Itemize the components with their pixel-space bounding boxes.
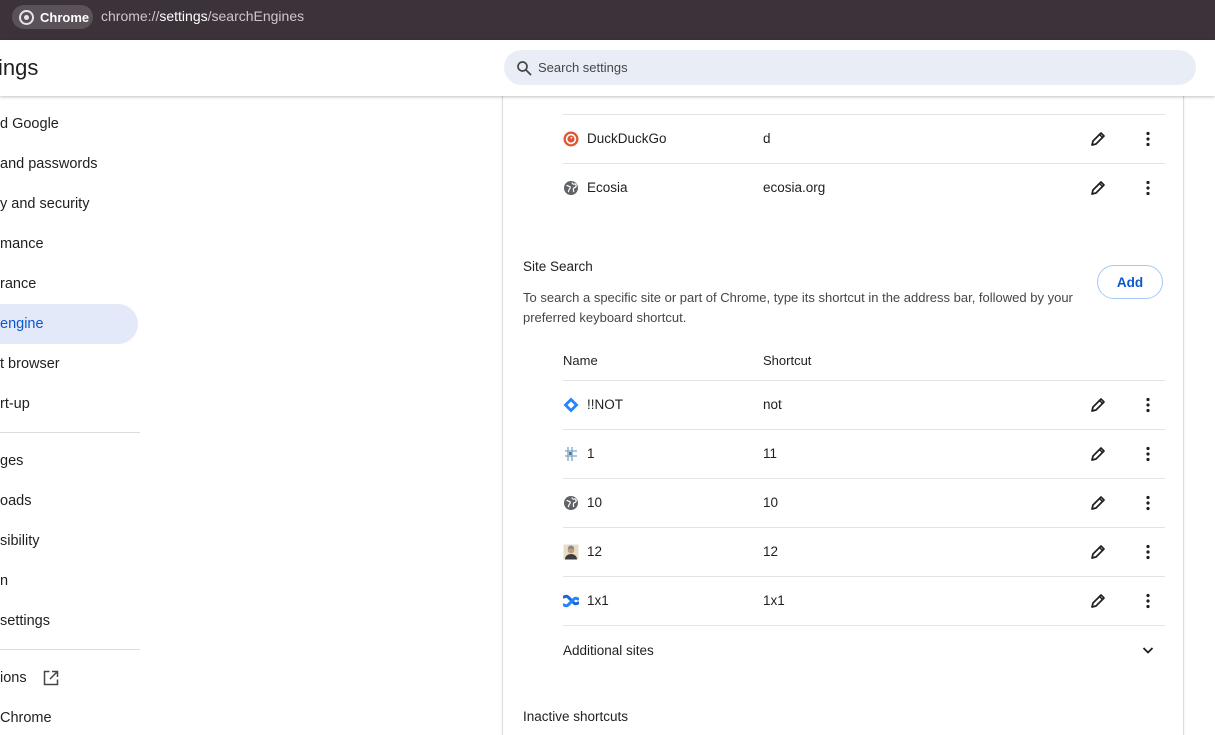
engine-shortcut: ecosia.org — [763, 180, 826, 195]
sidebar-item-reset-settings[interactable]: settings — [0, 601, 138, 641]
search-icon — [517, 60, 532, 75]
site-search-row: 1x1 1x1 — [563, 577, 1165, 626]
site-name: 12 — [587, 544, 603, 559]
sidebar-item-privacy[interactable]: y and security — [0, 184, 138, 224]
settings-header: ings — [0, 40, 1215, 96]
sidebar-item-downloads[interactable]: oads — [0, 481, 138, 521]
site-search-description: To search a specific site or part of Chr… — [523, 290, 1073, 325]
site-shortcut: 1x1 — [763, 593, 785, 608]
globe-icon — [564, 496, 578, 510]
sidebar-item-extensions[interactable]: ions — [0, 658, 138, 698]
site-shortcut: 12 — [763, 544, 779, 559]
site-shortcut: 10 — [763, 495, 779, 510]
jira-diamond-icon — [563, 397, 579, 413]
site-shortcut: 11 — [763, 446, 778, 461]
edit-pencil-icon[interactable] — [1089, 130, 1107, 148]
engine-shortcut: d — [763, 131, 771, 146]
sidebar-item-appearance[interactable]: rance — [0, 264, 138, 304]
duckduckgo-icon — [563, 131, 579, 147]
sidebar-divider — [0, 649, 140, 650]
sidebar-item-label: t browser — [0, 356, 60, 372]
sidebar-item-you-and-google[interactable]: d Google — [0, 104, 138, 144]
open-external-icon — [43, 670, 58, 686]
more-vert-icon[interactable] — [1139, 130, 1157, 148]
sidebar-item-label: ges — [0, 453, 24, 469]
edit-pencil-icon[interactable] — [1089, 396, 1107, 414]
sidebar-item-accessibility[interactable]: sibility — [0, 521, 138, 561]
sidebar-item-label: mance — [0, 236, 44, 252]
site-name: 1 — [587, 446, 595, 461]
sidebar-item-default-browser[interactable]: t browser — [0, 344, 138, 384]
search-engines-card: DuckDuckGo d Ecosia ecosia.org Site Sear… — [502, 96, 1184, 735]
sidebar-item-label: n — [0, 573, 9, 589]
more-vert-icon[interactable] — [1139, 396, 1157, 414]
inactive-shortcuts-title: Inactive shortcuts — [523, 709, 629, 724]
sidebar-item-performance[interactable]: mance — [0, 224, 138, 264]
url-host: settings — [159, 8, 208, 24]
sidebar-item-label: and passwords — [0, 156, 98, 172]
sidebar-item-label: settings — [0, 613, 50, 629]
site-name: 10 — [587, 495, 603, 510]
more-vert-icon[interactable] — [1139, 494, 1157, 512]
person-favicon-icon — [563, 544, 579, 560]
edit-pencil-icon[interactable] — [1089, 494, 1107, 512]
confluence-icon — [563, 594, 579, 608]
additional-sites-label: Additional sites — [563, 643, 654, 658]
engine-name: Ecosia — [587, 180, 628, 195]
column-header-shortcut: Shortcut — [763, 353, 812, 368]
sidebar-item-label: Chrome — [0, 710, 52, 726]
site-shortcut: not — [763, 397, 782, 412]
sidebar-item-label: sibility — [0, 533, 40, 549]
sidebar-item-label: d Google — [0, 116, 59, 132]
chrome-icon — [19, 9, 34, 25]
edit-pencil-icon[interactable] — [1089, 543, 1107, 561]
site-search-row: 12 12 — [563, 528, 1165, 577]
address-bar[interactable]: chrome://settings/searchEngines — [101, 8, 304, 24]
sidebar-item-label: oads — [0, 493, 32, 509]
site-search-row: 10 10 — [563, 479, 1165, 528]
add-site-search-button[interactable]: Add — [1097, 265, 1163, 299]
sidebar-item-label: ions — [0, 670, 27, 686]
page-title: ings — [0, 55, 39, 80]
more-vert-icon[interactable] — [1139, 543, 1157, 561]
search-input[interactable] — [538, 60, 1138, 75]
edit-pencil-icon[interactable] — [1089, 592, 1107, 610]
grid-favicon-icon — [565, 447, 577, 461]
sidebar-item-on-startup[interactable]: rt-up — [0, 384, 138, 424]
search-box[interactable] — [504, 50, 1196, 85]
chrome-chip-label: Chrome — [40, 9, 90, 25]
sidebar-divider — [0, 432, 140, 433]
sidebar: d Google and passwords y and security ma… — [0, 96, 145, 735]
browser-toolbar: Chrome chrome://settings/searchEngines — [0, 0, 1215, 40]
site-search-row: !!NOT not — [563, 381, 1165, 430]
sidebar-item-system[interactable]: n — [0, 561, 138, 601]
sidebar-item-label: rt-up — [0, 396, 30, 412]
sidebar-item-label: y and security — [0, 196, 90, 212]
chevron-down-icon[interactable] — [1139, 641, 1157, 659]
more-vert-icon[interactable] — [1139, 179, 1157, 197]
more-vert-icon[interactable] — [1139, 445, 1157, 463]
more-vert-icon[interactable] — [1139, 592, 1157, 610]
url-prefix: chrome:// — [101, 8, 160, 24]
sidebar-item-languages[interactable]: ges — [0, 441, 138, 481]
search-engine-row-ecosia: Ecosia ecosia.org — [563, 164, 1165, 213]
engine-name: DuckDuckGo — [587, 131, 667, 146]
site-name: 1x1 — [587, 593, 609, 608]
sidebar-item-search-engine[interactable]: engine — [0, 304, 138, 344]
site-search-title: Site Search — [523, 259, 593, 274]
column-header-name: Name — [563, 353, 598, 368]
sidebar-item-label: engine — [0, 316, 44, 332]
site-search-row: 1 11 — [563, 430, 1165, 479]
site-name: !!NOT — [587, 397, 623, 412]
edit-pencil-icon[interactable] — [1089, 445, 1107, 463]
sidebar-item-label: rance — [0, 276, 37, 292]
sidebar-item-autofill[interactable]: and passwords — [0, 144, 138, 184]
search-engine-row-duckduckgo: DuckDuckGo d — [563, 115, 1165, 164]
url-path: /searchEngines — [207, 8, 305, 24]
chrome-chip[interactable]: Chrome — [12, 5, 93, 29]
edit-pencil-icon[interactable] — [1089, 179, 1107, 197]
additional-sites-toggle[interactable]: Additional sites — [563, 626, 1165, 674]
sidebar-item-about-chrome[interactable]: Chrome — [0, 698, 138, 735]
globe-icon — [564, 181, 578, 195]
